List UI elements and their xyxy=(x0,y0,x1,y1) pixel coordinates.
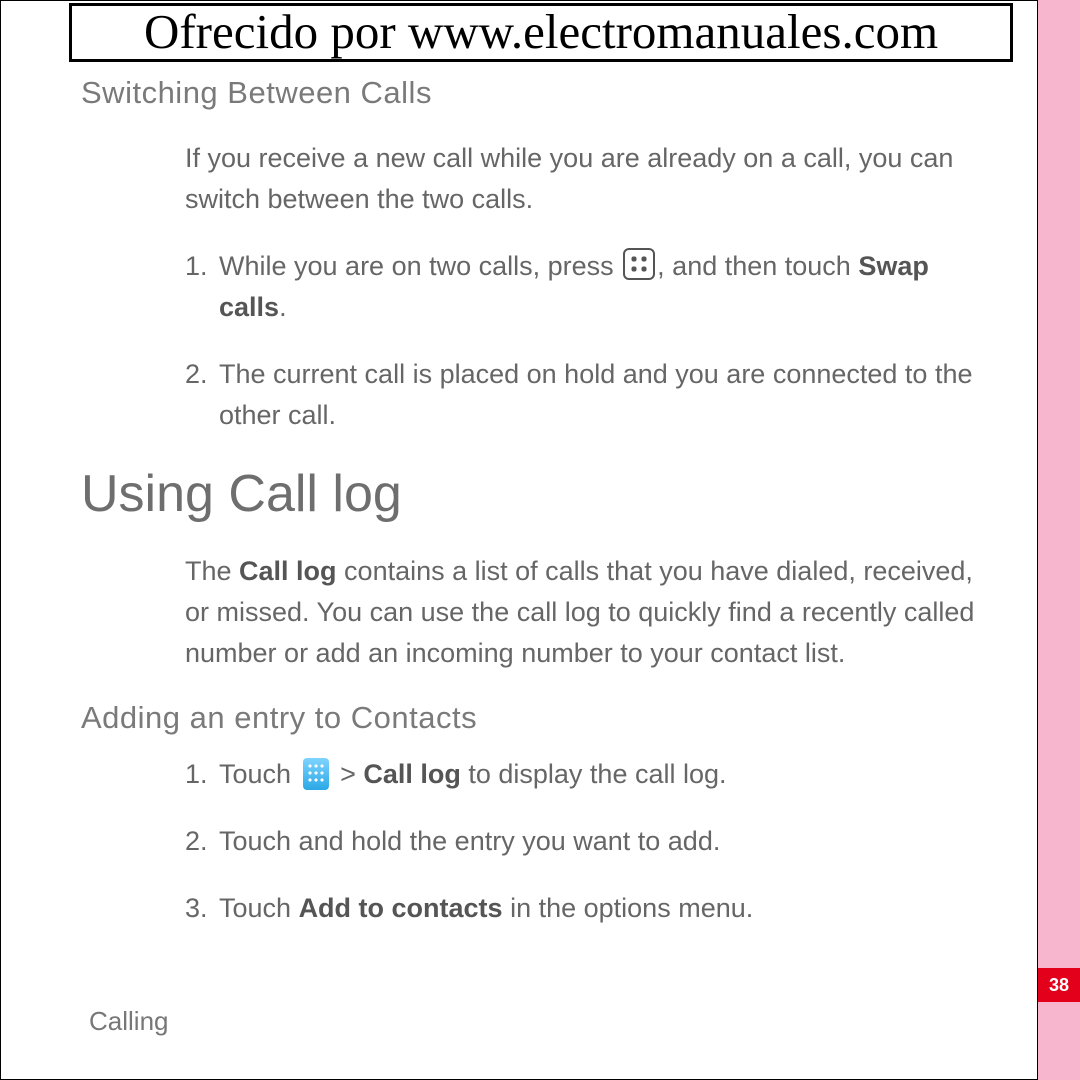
text: in the options menu. xyxy=(503,893,754,923)
dialer-app-icon xyxy=(303,758,329,790)
text: Touch xyxy=(219,759,299,789)
switching-intro: If you receive a new call while you are … xyxy=(185,138,983,220)
text: > xyxy=(333,759,364,789)
menu-key-icon xyxy=(623,248,655,280)
section-switching-body: If you receive a new call while you are … xyxy=(185,138,983,436)
text: to display the call log. xyxy=(461,759,727,789)
text: Touch xyxy=(219,893,299,923)
page-number-badge: 38 xyxy=(1038,968,1080,1002)
text: . xyxy=(279,292,287,322)
section-addcontact-body: Touch > Call log to display the call log… xyxy=(185,754,983,929)
addcontact-step-1: Touch > Call log to display the call log… xyxy=(185,754,983,795)
text: The xyxy=(185,556,239,586)
addcontact-steps: Touch > Call log to display the call log… xyxy=(185,754,983,929)
heading-call-log: Using Call log xyxy=(81,464,1007,524)
switching-steps: While you are on two calls, press , and … xyxy=(185,246,983,436)
add-to-contacts-label: Add to contacts xyxy=(299,893,503,923)
switching-step-1: While you are on two calls, press , and … xyxy=(185,246,983,328)
addcontact-step-2: Touch and hold the entry you want to add… xyxy=(185,821,983,862)
side-tab-bar xyxy=(1038,0,1080,1080)
page-content: Switching Between Calls If you receive a… xyxy=(81,75,1007,929)
addcontact-step-3: Touch Add to contacts in the options men… xyxy=(185,888,983,929)
text: , and then touch xyxy=(657,251,858,281)
call-log-menu-label: Call log xyxy=(363,759,461,789)
switching-step-2: The current call is placed on hold and y… xyxy=(185,354,983,436)
section-calllog-body: The Call log contains a list of calls th… xyxy=(185,551,983,674)
heading-switching-calls: Switching Between Calls xyxy=(81,75,1007,111)
manual-page: Ofrecido por www.electromanuales.com Swi… xyxy=(0,0,1038,1080)
source-banner: Ofrecido por www.electromanuales.com xyxy=(69,3,1013,62)
heading-add-contact: Adding an entry to Contacts xyxy=(81,700,1007,736)
text: While you are on two calls, press xyxy=(219,251,621,281)
call-log-label: Call log xyxy=(239,556,337,586)
calllog-intro: The Call log contains a list of calls th… xyxy=(185,551,983,674)
section-footer-label: Calling xyxy=(89,1006,169,1037)
